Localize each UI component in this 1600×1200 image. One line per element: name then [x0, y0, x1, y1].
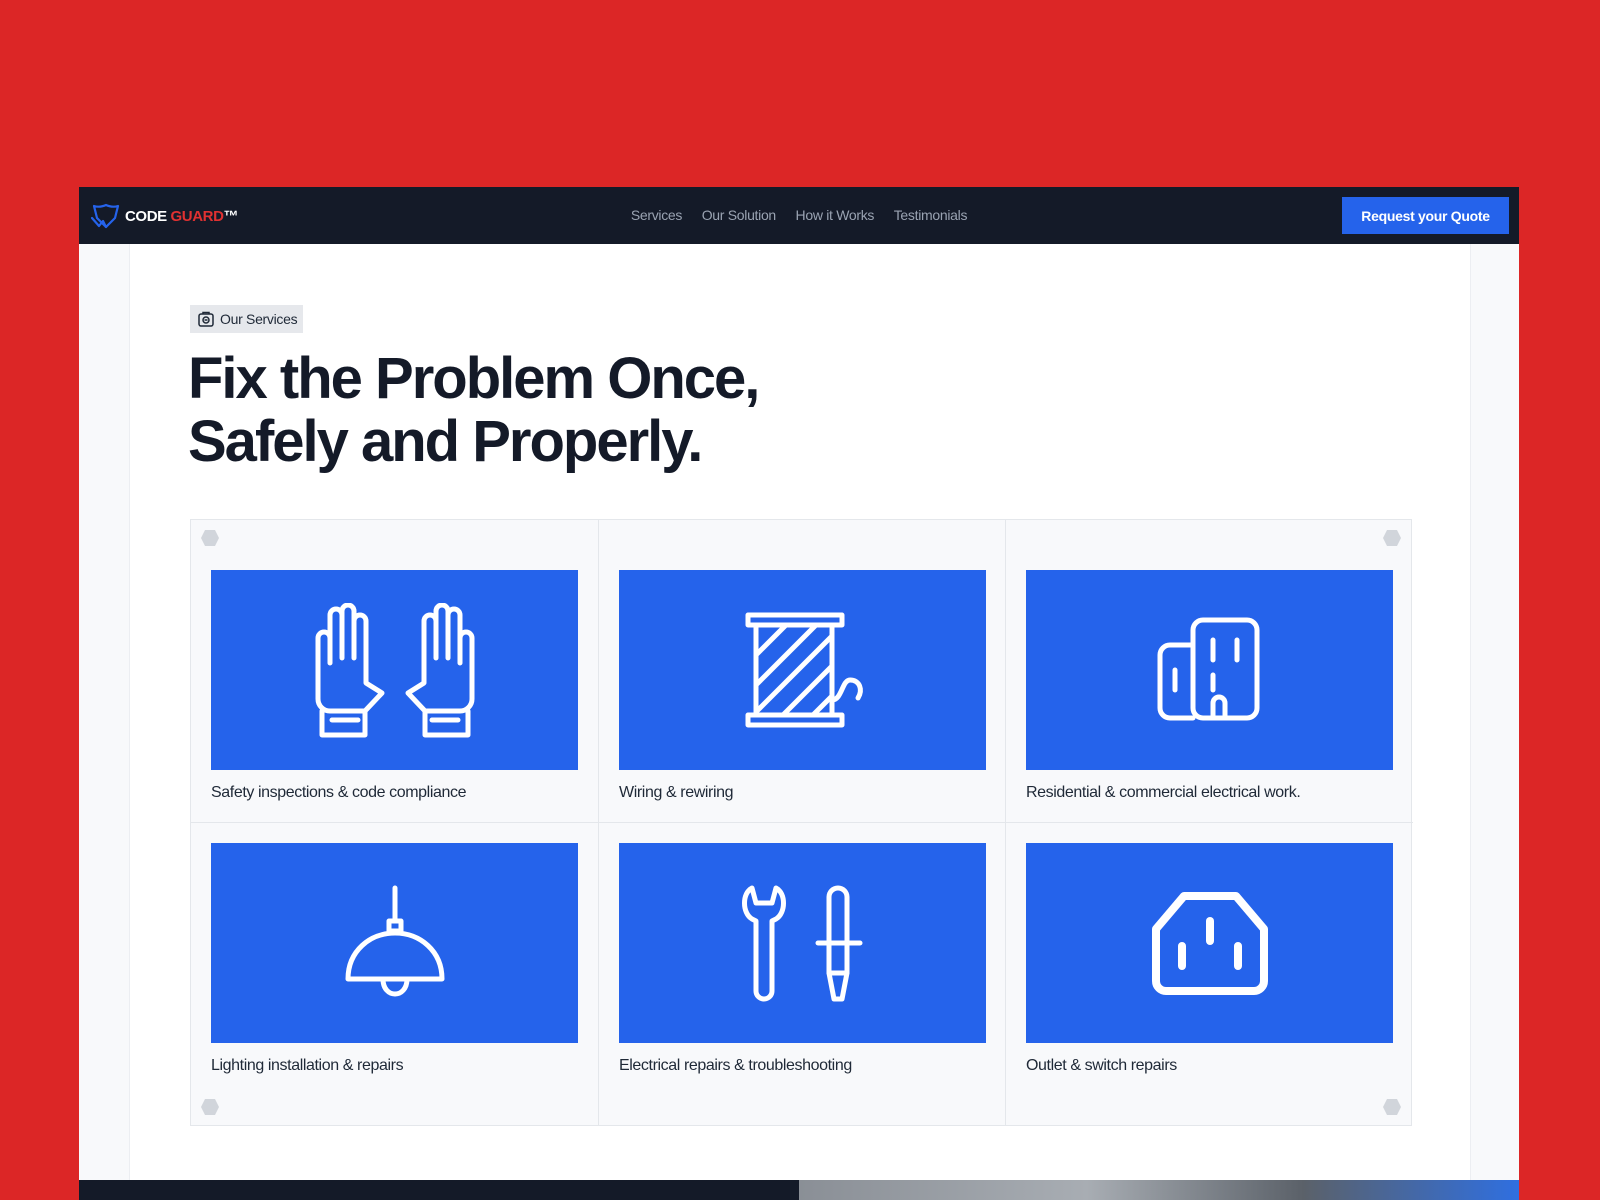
next-section-photo [799, 1180, 1519, 1200]
service-card-electrical-repairs[interactable]: Electrical repairs & troubleshooting [598, 822, 1006, 1126]
service-label: Safety inspections & code compliance [211, 784, 467, 801]
service-card-outlet-switch[interactable]: Outlet & switch repairs [1005, 822, 1413, 1126]
nav-link-how-it-works[interactable]: How it Works [796, 207, 875, 223]
service-label: Residential & commercial electrical work… [1026, 784, 1301, 801]
next-section-dark-panel [79, 1180, 799, 1200]
page-frame: CODE GUARD™ Services Our Solution How it… [79, 187, 1519, 1200]
toolbox-icon [198, 311, 214, 327]
service-image [1026, 570, 1393, 770]
headline-line-1: Fix the Problem Once, [188, 346, 760, 411]
nav-link-testimonials[interactable]: Testimonials [894, 207, 968, 223]
section-badge-label: Our Services [220, 311, 298, 327]
services-section: Our Services Fix the Problem Once, Safel… [129, 244, 1471, 1200]
wire-spool-icon [745, 612, 863, 728]
section-badge: Our Services [190, 305, 304, 333]
top-navbar: CODE GUARD™ Services Our Solution How it… [79, 187, 1519, 244]
pendant-lamp-icon [345, 885, 444, 997]
service-label: Lighting installation & repairs [211, 1057, 404, 1074]
services-grid: Safety inspections & code compliance Wir… [190, 519, 1413, 1126]
main-nav: Services Our Solution How it Works Testi… [79, 207, 1519, 223]
service-card-residential-commercial[interactable]: Residential & commercial electrical work… [1005, 520, 1413, 822]
nav-link-services[interactable]: Services [631, 207, 683, 223]
service-image [619, 570, 986, 770]
gloves-icon [315, 602, 474, 737]
wrench-screwdriver-icon [741, 885, 862, 1002]
buildings-icon [1157, 617, 1259, 721]
service-label: Outlet & switch repairs [1026, 1057, 1177, 1074]
nav-link-our-solution[interactable]: Our Solution [702, 207, 777, 223]
service-card-lighting[interactable]: Lighting installation & repairs [191, 822, 598, 1126]
service-card-safety-inspections[interactable]: Safety inspections & code compliance [191, 520, 598, 822]
service-image [619, 843, 986, 1043]
service-label: Electrical repairs & troubleshooting [619, 1057, 852, 1074]
service-image [1026, 843, 1393, 1043]
headline-line-2: Safely and Properly. [188, 409, 703, 474]
service-image [211, 570, 578, 770]
request-quote-button[interactable]: Request your Quote [1342, 197, 1509, 234]
service-label: Wiring & rewiring [619, 784, 734, 801]
page-title: Fix the Problem Once, Safely and Properl… [188, 346, 760, 474]
service-card-wiring[interactable]: Wiring & rewiring [598, 520, 1006, 822]
service-image [211, 843, 578, 1043]
power-outlet-icon [1151, 891, 1268, 995]
